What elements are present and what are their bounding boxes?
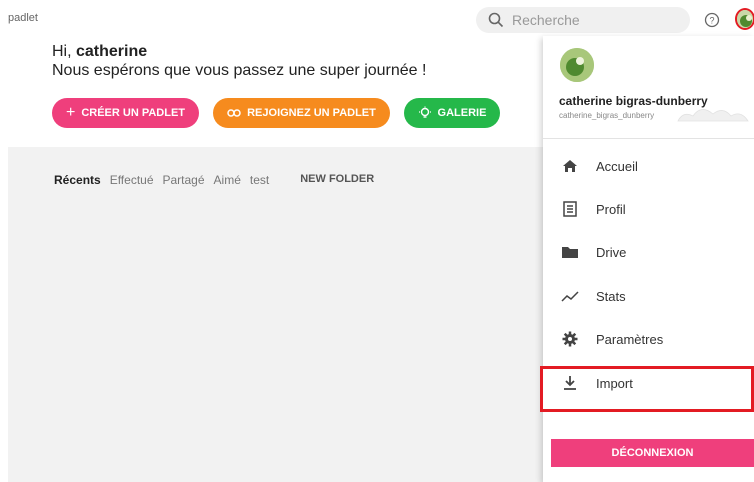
lightbulb-icon — [418, 106, 431, 118]
search-bar[interactable] — [476, 7, 690, 33]
profile-card-icon — [560, 199, 580, 219]
logout-button[interactable]: DÉCONNEXION — [551, 439, 754, 467]
folder-icon — [560, 242, 580, 262]
greeting-message: Nous espérons que vous passez une super … — [52, 62, 427, 79]
new-folder-button[interactable]: NEW FOLDER — [300, 173, 374, 187]
search-input[interactable] — [512, 12, 662, 28]
padlet-list-area: Récents Effectué Partagé Aimé test NEW F… — [8, 147, 544, 482]
menu-username: catherine_bigras_dunberry — [559, 111, 655, 120]
menu-item-parametres[interactable]: Paramètres — [543, 321, 754, 357]
greeting-name: catherine — [76, 43, 148, 60]
menu-item-stats[interactable]: Stats — [543, 278, 754, 314]
clouds-decoration — [677, 109, 749, 122]
menu-item-label: Stats — [596, 288, 626, 304]
svg-text:?: ? — [709, 16, 714, 26]
tab-test[interactable]: test — [250, 173, 269, 187]
gallery-label: GALERIE — [437, 107, 487, 119]
import-highlight-box — [540, 366, 754, 412]
gear-icon — [560, 329, 580, 349]
create-padlet-label: CRÉER UN PADLET — [81, 107, 186, 119]
menu-avatar[interactable] — [560, 48, 594, 82]
tab-partage[interactable]: Partagé — [163, 173, 205, 187]
tab-effectue[interactable]: Effectué — [110, 173, 154, 187]
join-padlet-label: REJOIGNEZ UN PADLET — [247, 107, 376, 119]
greeting: Hi, catherine Nous espérons que vous pas… — [52, 42, 426, 80]
filter-tabs: Récents Effectué Partagé Aimé test NEW F… — [54, 173, 374, 187]
menu-item-label: Drive — [596, 244, 627, 260]
top-bar: padlet ? — [0, 0, 754, 40]
user-avatar-button[interactable] — [735, 8, 754, 30]
join-padlet-button[interactable]: REJOIGNEZ UN PADLET — [213, 98, 390, 128]
menu-item-accueil[interactable]: Accueil — [543, 148, 754, 184]
tab-recents[interactable]: Récents — [54, 173, 101, 187]
avatar-image — [737, 10, 753, 28]
search-icon — [488, 12, 504, 28]
padlet-logo[interactable]: padlet — [8, 12, 38, 24]
menu-profile-header: catherine bigras-dunberry catherine_bigr… — [543, 36, 754, 126]
greeting-hi: Hi, — [52, 43, 76, 60]
create-padlet-button[interactable]: + CRÉER UN PADLET — [52, 98, 199, 128]
menu-item-profil[interactable]: Profil — [543, 191, 754, 227]
stats-line-icon — [560, 286, 580, 306]
tab-aime[interactable]: Aimé — [214, 173, 241, 187]
menu-item-label: Accueil — [596, 158, 638, 174]
link-icon — [227, 109, 241, 117]
help-icon[interactable]: ? — [704, 12, 720, 28]
menu-divider — [543, 138, 754, 139]
plus-icon: + — [65, 104, 76, 121]
home-icon — [560, 156, 580, 176]
menu-item-label: Profil — [596, 201, 626, 217]
menu-item-drive[interactable]: Drive — [543, 234, 754, 270]
gallery-button[interactable]: GALERIE — [404, 98, 500, 128]
avatar-image — [560, 48, 594, 82]
user-menu-dropdown: catherine bigras-dunberry catherine_bigr… — [543, 36, 754, 482]
menu-item-label: Paramètres — [596, 331, 664, 347]
